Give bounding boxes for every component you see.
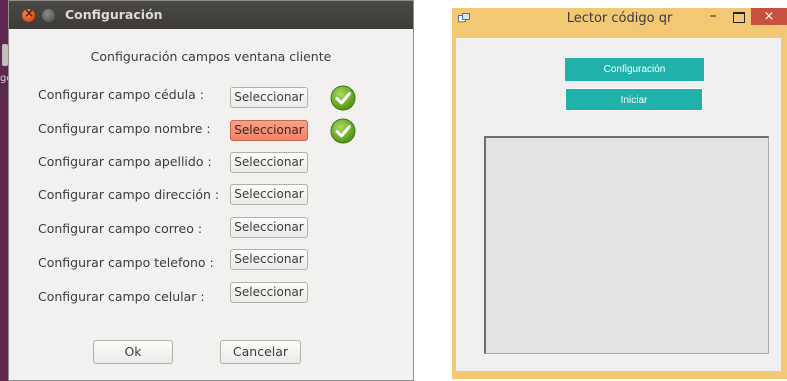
ok-button[interactable]: Ok (93, 340, 173, 364)
qr-window-client-area: Configuración Iniciar (456, 38, 781, 371)
iniciar-button[interactable]: Iniciar (565, 88, 703, 111)
cancel-button[interactable]: Cancelar (220, 340, 301, 364)
select-telefono-button[interactable]: Seleccionar (230, 249, 308, 270)
config-dialog-titlebar: Configuración (9, 1, 413, 29)
check-icon (330, 85, 356, 111)
select-direccion-button[interactable]: Seleccionar (230, 184, 308, 205)
field-label-cedula: Configurar campo cédula : (38, 87, 204, 102)
field-label-celular: Configurar campo celular : (38, 289, 205, 304)
field-label-apellido: Configurar campo apellido : (38, 154, 212, 169)
check-icon (330, 118, 356, 144)
field-label-direccion: Configurar campo dirección : (38, 187, 220, 202)
select-apellido-button[interactable]: Seleccionar (230, 152, 308, 173)
select-celular-button[interactable]: Seleccionar (230, 282, 308, 303)
field-label-nombre: Configurar campo nombre : (38, 121, 211, 136)
config-dialog: Configuración Configuración campos venta… (8, 0, 414, 381)
minimize-icon[interactable] (42, 9, 55, 22)
select-cedula-button[interactable]: Seleccionar (230, 87, 308, 108)
qr-reader-window: Lector código qr – × Configuración Inici… (452, 8, 787, 379)
config-dialog-title: Configuración (65, 7, 163, 22)
camera-preview (484, 136, 769, 354)
minimize-icon[interactable]: – (706, 9, 720, 24)
select-correo-button[interactable]: Seleccionar (230, 217, 308, 238)
select-nombre-button[interactable]: Seleccionar (230, 120, 308, 141)
close-icon[interactable] (22, 6, 35, 22)
config-dialog-heading: Configuración campos ventana cliente (90, 49, 332, 64)
field-label-telefono: Configurar campo telefono : (38, 255, 214, 270)
field-label-correo: Configurar campo correo : (38, 221, 203, 236)
close-icon[interactable]: × (751, 8, 787, 25)
configuracion-button[interactable]: Configuración (565, 58, 704, 81)
maximize-icon[interactable] (733, 12, 745, 23)
